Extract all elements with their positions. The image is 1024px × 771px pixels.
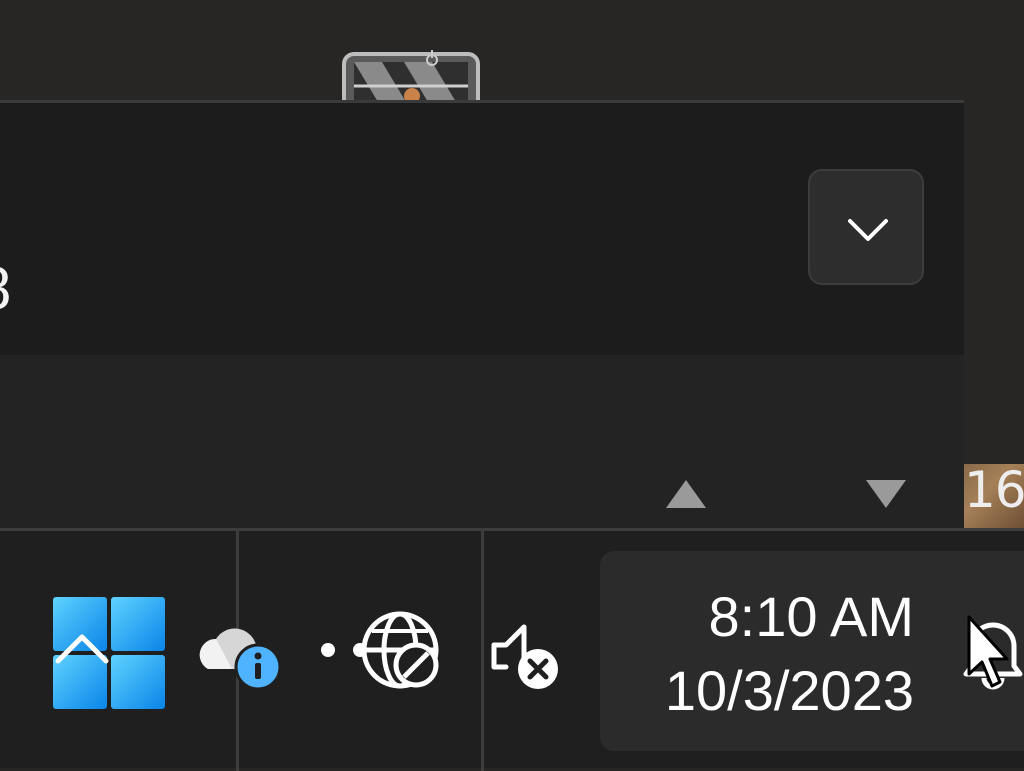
- speaker-muted-icon: [491, 624, 558, 689]
- network-button[interactable]: [318, 607, 448, 702]
- chevron-up-icon[interactable]: [52, 629, 112, 669]
- scroll-up-button[interactable]: [664, 478, 708, 510]
- media-flyout: 8: [0, 100, 964, 528]
- clock-date: 10/3/2023: [664, 659, 914, 722]
- header-value: 8: [0, 259, 11, 319]
- cloud-info-icon: [199, 628, 282, 691]
- start-button[interactable]: [50, 595, 170, 713]
- triangle-up-icon: [666, 480, 706, 508]
- mouse-cursor-icon: [966, 614, 1010, 697]
- taskbar-divider: [481, 531, 484, 771]
- cursor-arrow-icon: [967, 615, 1009, 688]
- expand-button[interactable]: [808, 169, 924, 285]
- desktop: 8 16: [0, 0, 1024, 771]
- volume-button[interactable]: [488, 619, 568, 704]
- scroll-down-button[interactable]: [864, 478, 908, 510]
- onedrive-button[interactable]: [196, 617, 286, 694]
- clock-button[interactable]: 8:10 AM 10/3/2023: [600, 551, 1024, 751]
- chevron-down-icon: [848, 219, 888, 241]
- thumbnail[interactable]: 16: [964, 464, 1024, 528]
- flyout-header: 8: [0, 103, 964, 355]
- triangle-down-icon: [866, 480, 906, 508]
- thumbnail-label: 16: [964, 464, 1024, 519]
- taskbar: 8:10 AM 10/3/2023: [0, 528, 1024, 771]
- clock-time: 8:10 AM: [708, 585, 914, 648]
- globe-blocked-icon: [321, 611, 439, 689]
